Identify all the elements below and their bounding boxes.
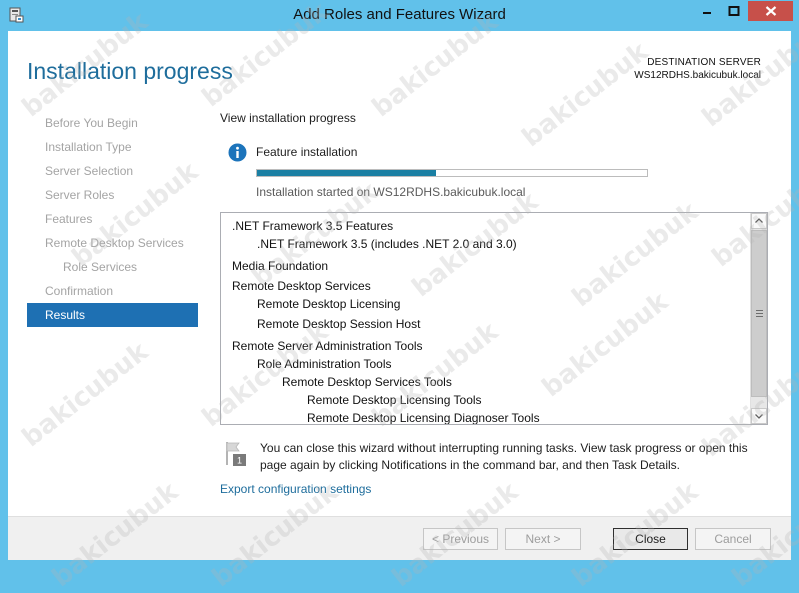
installation-started-text: Installation started on WS12RDHS.bakicub…	[256, 185, 526, 199]
nav-step-role-services: Role Services	[63, 260, 138, 274]
flag-notification-icon: 1	[225, 441, 247, 467]
maximize-button[interactable]	[721, 1, 747, 21]
destination-server-name: WS12RDHS.bakicubuk.local	[634, 70, 761, 81]
maximize-icon	[728, 6, 740, 16]
export-configuration-link[interactable]: Export configuration settings	[220, 482, 371, 496]
close-button[interactable]: Close	[613, 528, 688, 550]
chevron-down-icon	[755, 414, 763, 419]
close-window-button[interactable]	[748, 1, 793, 21]
nav-step-results[interactable]: Results	[27, 303, 198, 327]
feature-item: Media Foundation	[232, 259, 329, 273]
scroll-thumb[interactable]	[751, 230, 767, 397]
feature-item: Role Administration Tools	[257, 357, 392, 371]
close-icon	[765, 6, 776, 16]
progress-fill	[257, 170, 437, 176]
next-button[interactable]: Next >	[505, 528, 581, 550]
info-icon	[228, 143, 247, 162]
feature-item: Remote Desktop Licensing Tools	[307, 393, 482, 407]
wizard-client-area: Installation progress DESTINATION SERVER…	[8, 31, 791, 560]
wizard-window: Add Roles and Features Wizard Installati…	[0, 0, 799, 593]
chevron-up-icon	[755, 218, 763, 223]
wizard-step-nav: Before You Begin Installation Type Server …	[27, 111, 198, 327]
minimize-icon	[703, 12, 711, 14]
feature-item: .NET Framework 3.5 Features	[232, 219, 394, 233]
previous-button[interactable]: < Previous	[423, 528, 498, 550]
nav-step-features: Features	[45, 212, 93, 226]
installation-progress-bar	[256, 169, 648, 177]
title-bar[interactable]: Add Roles and Features Wizard	[0, 0, 799, 31]
notification-hint-text: You can close this wizard without interr…	[260, 441, 748, 472]
scroll-down-button[interactable]	[751, 408, 767, 424]
scroll-up-button[interactable]	[751, 213, 767, 229]
feature-item: Remote Desktop Services	[232, 279, 371, 293]
destination-server-label: DESTINATION SERVER	[647, 57, 761, 68]
nav-step-installation-type: Installation Type	[45, 140, 132, 154]
grip-icon	[756, 310, 763, 317]
cancel-button[interactable]: Cancel	[695, 528, 771, 550]
window-title: Add Roles and Features Wizard	[293, 6, 506, 23]
feature-item: Remote Desktop Licensing Diagnoser Tools	[307, 411, 540, 425]
note-badge: 1	[237, 456, 242, 466]
minimize-button[interactable]	[694, 1, 720, 21]
section-label: View installation progress	[220, 111, 356, 125]
feature-item: Remote Desktop Session Host	[257, 317, 421, 331]
features-scrollbar[interactable]	[750, 213, 767, 424]
nav-step-confirmation: Confirmation	[45, 284, 114, 298]
feature-installation-label: Feature installation	[256, 145, 358, 159]
feature-item: Remote Server Administration Tools	[232, 339, 423, 353]
features-list-box[interactable]: .NET Framework 3.5 Features .NET Framewor…	[220, 212, 768, 425]
feature-item: Remote Desktop Licensing	[257, 297, 401, 311]
nav-step-before-you-begin: Before You Begin	[45, 116, 138, 130]
nav-step-server-roles: Server Roles	[45, 188, 115, 202]
nav-step-remote-desktop-services: Remote Desktop Services	[45, 236, 184, 250]
feature-item: Remote Desktop Services Tools	[282, 375, 452, 389]
wizard-footer: < Previous Next > Close Cancel	[8, 516, 791, 560]
nav-step-server-selection: Server Selection	[45, 164, 134, 178]
page-title: Installation progress	[27, 58, 233, 84]
feature-item: .NET Framework 3.5 (includes .NET 2.0 an…	[257, 237, 517, 251]
